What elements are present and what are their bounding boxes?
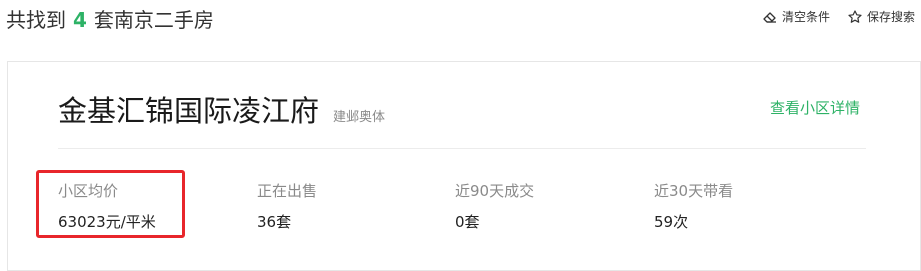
- community-district: 建邺奥体: [333, 110, 386, 125]
- result-count-text: 共找到 4 套南京二手房: [6, 4, 214, 33]
- community-card: 金基汇锦国际凌江府 建邺奥体 查看小区详情 小区均价 63023元/平米 正在出…: [7, 61, 921, 271]
- stat-value: 63023元/平米: [58, 213, 156, 231]
- stat-value[interactable]: 36套: [257, 211, 317, 232]
- stat-value: 0套: [455, 213, 480, 231]
- stat-viewings-30-days: 近30天带看 59次: [654, 180, 733, 232]
- divider: [58, 148, 866, 149]
- stat-label: 正在出售: [257, 182, 318, 200]
- community-name[interactable]: 金基汇锦国际凌江府: [58, 88, 319, 130]
- stat-average-price: 小区均价 63023元/平米: [58, 180, 156, 232]
- result-suffix: 套南京二手房: [93, 8, 214, 32]
- result-prefix: 共找到: [6, 8, 66, 32]
- result-count-number: 4: [73, 8, 87, 32]
- clear-filters-label: 清空条件: [781, 10, 830, 24]
- stat-deals-90-days: 近90天成交 0套: [455, 180, 534, 232]
- clear-filters-button[interactable]: 清空条件: [763, 8, 830, 25]
- view-community-details-link[interactable]: 查看小区详情: [770, 97, 860, 118]
- save-search-label: 保存搜索: [866, 10, 915, 24]
- top-actions: 清空条件 保存搜索: [763, 8, 915, 25]
- star-icon: [848, 10, 862, 23]
- eraser-icon: [763, 11, 777, 23]
- stat-value: 59次: [654, 213, 689, 231]
- stat-label: 近90天成交: [455, 182, 535, 200]
- save-search-button[interactable]: 保存搜索: [848, 8, 915, 25]
- stat-on-sale: 正在出售 36套: [257, 180, 317, 232]
- stat-label: 近30天带看: [654, 182, 734, 200]
- stat-label: 小区均价: [58, 182, 119, 200]
- top-bar: 共找到 4 套南京二手房 清空条件 保存搜索: [0, 0, 921, 40]
